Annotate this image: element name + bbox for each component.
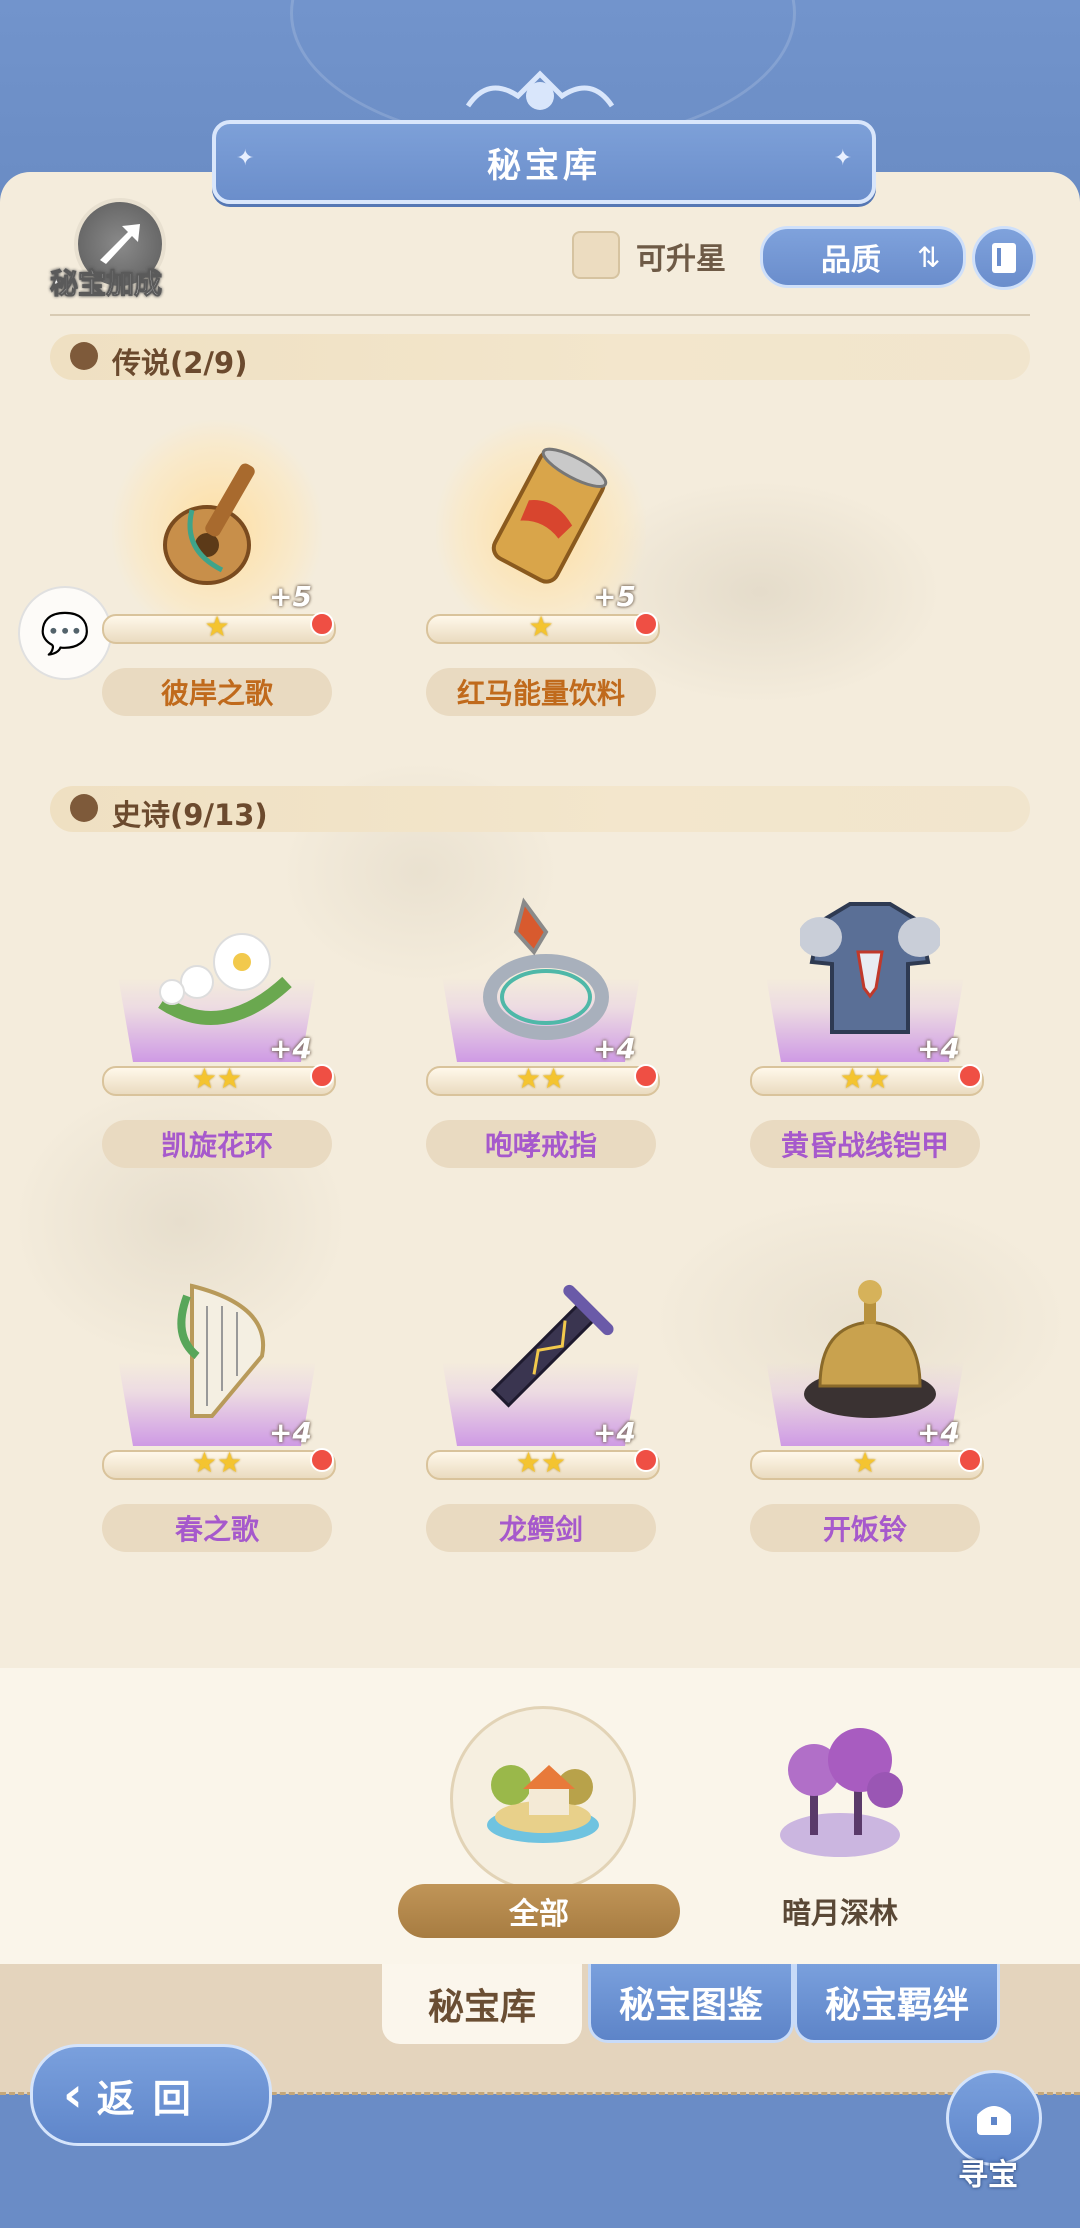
back-arrow-icon: ‹ <box>63 2067 83 2123</box>
tab-treasure-vault[interactable]: 秘宝库 <box>382 1964 582 2044</box>
star-rating: ★ <box>852 1446 878 1479</box>
level-badge: +5 <box>269 580 312 613</box>
treasure-chest-icon <box>977 2106 1011 2135</box>
upgradeable-checkbox[interactable] <box>572 231 620 279</box>
sword-icon <box>490 1284 614 1408</box>
notification-dot <box>634 612 658 636</box>
book-icon <box>992 243 1016 273</box>
back-label: 返回 <box>96 2076 209 2121</box>
item-card[interactable]: +4 ★ 开饭铃 <box>740 1236 990 1596</box>
house-island-icon <box>487 1765 599 1843</box>
notification-dot <box>310 1064 334 1088</box>
notification-dot <box>634 1448 658 1472</box>
item-name: 咆哮戒指 <box>426 1120 656 1168</box>
star-rating: ★★ <box>515 1446 567 1479</box>
divider <box>50 314 1030 316</box>
back-button[interactable]: ‹ 返回 <box>30 2044 272 2146</box>
item-card[interactable]: +5 ★ 彼岸之歌 <box>92 400 342 760</box>
notification-dot <box>634 1064 658 1088</box>
lute-icon <box>163 463 255 585</box>
item-name: 红马能量饮料 <box>426 668 656 716</box>
item-card[interactable]: +4 ★★ 咆哮戒指 <box>416 852 666 1212</box>
level-badge: +4 <box>593 1416 636 1449</box>
tab-treasure-bonds[interactable]: 秘宝羁绊 <box>794 1964 1000 2043</box>
level-badge: +4 <box>269 1416 312 1449</box>
sparkle-icon: ✦ <box>833 146 852 171</box>
harp-icon <box>177 1283 266 1418</box>
level-badge: +4 <box>917 1416 960 1449</box>
sort-label: 品质 <box>821 243 881 278</box>
star-rating: ★★ <box>191 1062 243 1095</box>
notification-dot <box>958 1064 982 1088</box>
section-epic-header: 史诗(9/13) <box>50 786 1030 832</box>
item-card[interactable]: +4 ★★ 龙鳄剑 <box>416 1236 666 1596</box>
item-name: 凯旋花环 <box>102 1120 332 1168</box>
star-rating: ★★ <box>839 1062 891 1095</box>
section-legend-header: 传说(2/9) <box>50 334 1030 380</box>
star-rating: ★ <box>528 610 554 643</box>
item-card[interactable]: +4 ★★ 黄昏战线铠甲 <box>740 852 990 1212</box>
region-all-button[interactable] <box>450 1706 636 1892</box>
star-rating: ★★ <box>191 1446 243 1479</box>
sort-arrows-icon: ⇅ <box>917 240 941 274</box>
star-rating: ★★ <box>515 1062 567 1095</box>
bonus-label: 秘宝加成 <box>49 267 163 301</box>
energy-drink-icon <box>491 447 608 584</box>
level-badge: +4 <box>917 1032 960 1065</box>
level-badge: +4 <box>269 1032 312 1065</box>
upgradeable-label: 可升星 <box>636 242 726 277</box>
level-badge: +4 <box>593 1032 636 1065</box>
book-icon-button[interactable] <box>972 226 1036 290</box>
crown-ornament-icon <box>465 70 615 110</box>
tab-treasure-catalog[interactable]: 秘宝图鉴 <box>588 1964 794 2043</box>
notification-dot <box>310 1448 334 1472</box>
notification-dot <box>310 612 334 636</box>
item-card[interactable]: +4 ★★ 凯旋花环 <box>92 852 342 1212</box>
region-all-label[interactable]: 全部 <box>398 1884 680 1938</box>
region-dark-forest-label[interactable]: 暗月深林 <box>740 1890 940 1932</box>
treasure-hunt-label: 寻宝 <box>958 2158 1018 2193</box>
item-name: 龙鳄剑 <box>426 1504 656 1552</box>
item-name: 彼岸之歌 <box>102 668 332 716</box>
notification-dot <box>958 1448 982 1472</box>
item-name: 开饭铃 <box>750 1504 980 1552</box>
page-title: 秘宝库 <box>487 145 601 186</box>
section-title: 传说(2/9) <box>112 346 248 380</box>
item-card[interactable]: +4 ★★ 春之歌 <box>92 1236 342 1596</box>
dark-forest-icon[interactable] <box>770 1720 910 1870</box>
moon-icon <box>70 342 98 370</box>
item-card[interactable]: +5 ★ 红马能量饮料 <box>416 400 666 760</box>
armor-icon <box>800 902 940 1034</box>
bell-icon <box>804 1280 936 1418</box>
level-badge: +5 <box>593 580 636 613</box>
chat-icon: 💬 <box>40 610 90 657</box>
item-name: 春之歌 <box>102 1504 332 1552</box>
flower-wreath-icon <box>158 933 292 1025</box>
moon-icon <box>70 794 98 822</box>
sort-quality-button[interactable]: 品质 ⇅ <box>760 226 966 288</box>
item-name: 黄昏战线铠甲 <box>750 1120 980 1168</box>
star-rating: ★ <box>204 610 230 643</box>
section-title: 史诗(9/13) <box>112 798 268 832</box>
sparkle-icon: ✦ <box>236 146 255 171</box>
ring-icon <box>483 897 609 1040</box>
title-banner: ✦ 秘宝库 ✦ <box>212 120 876 204</box>
